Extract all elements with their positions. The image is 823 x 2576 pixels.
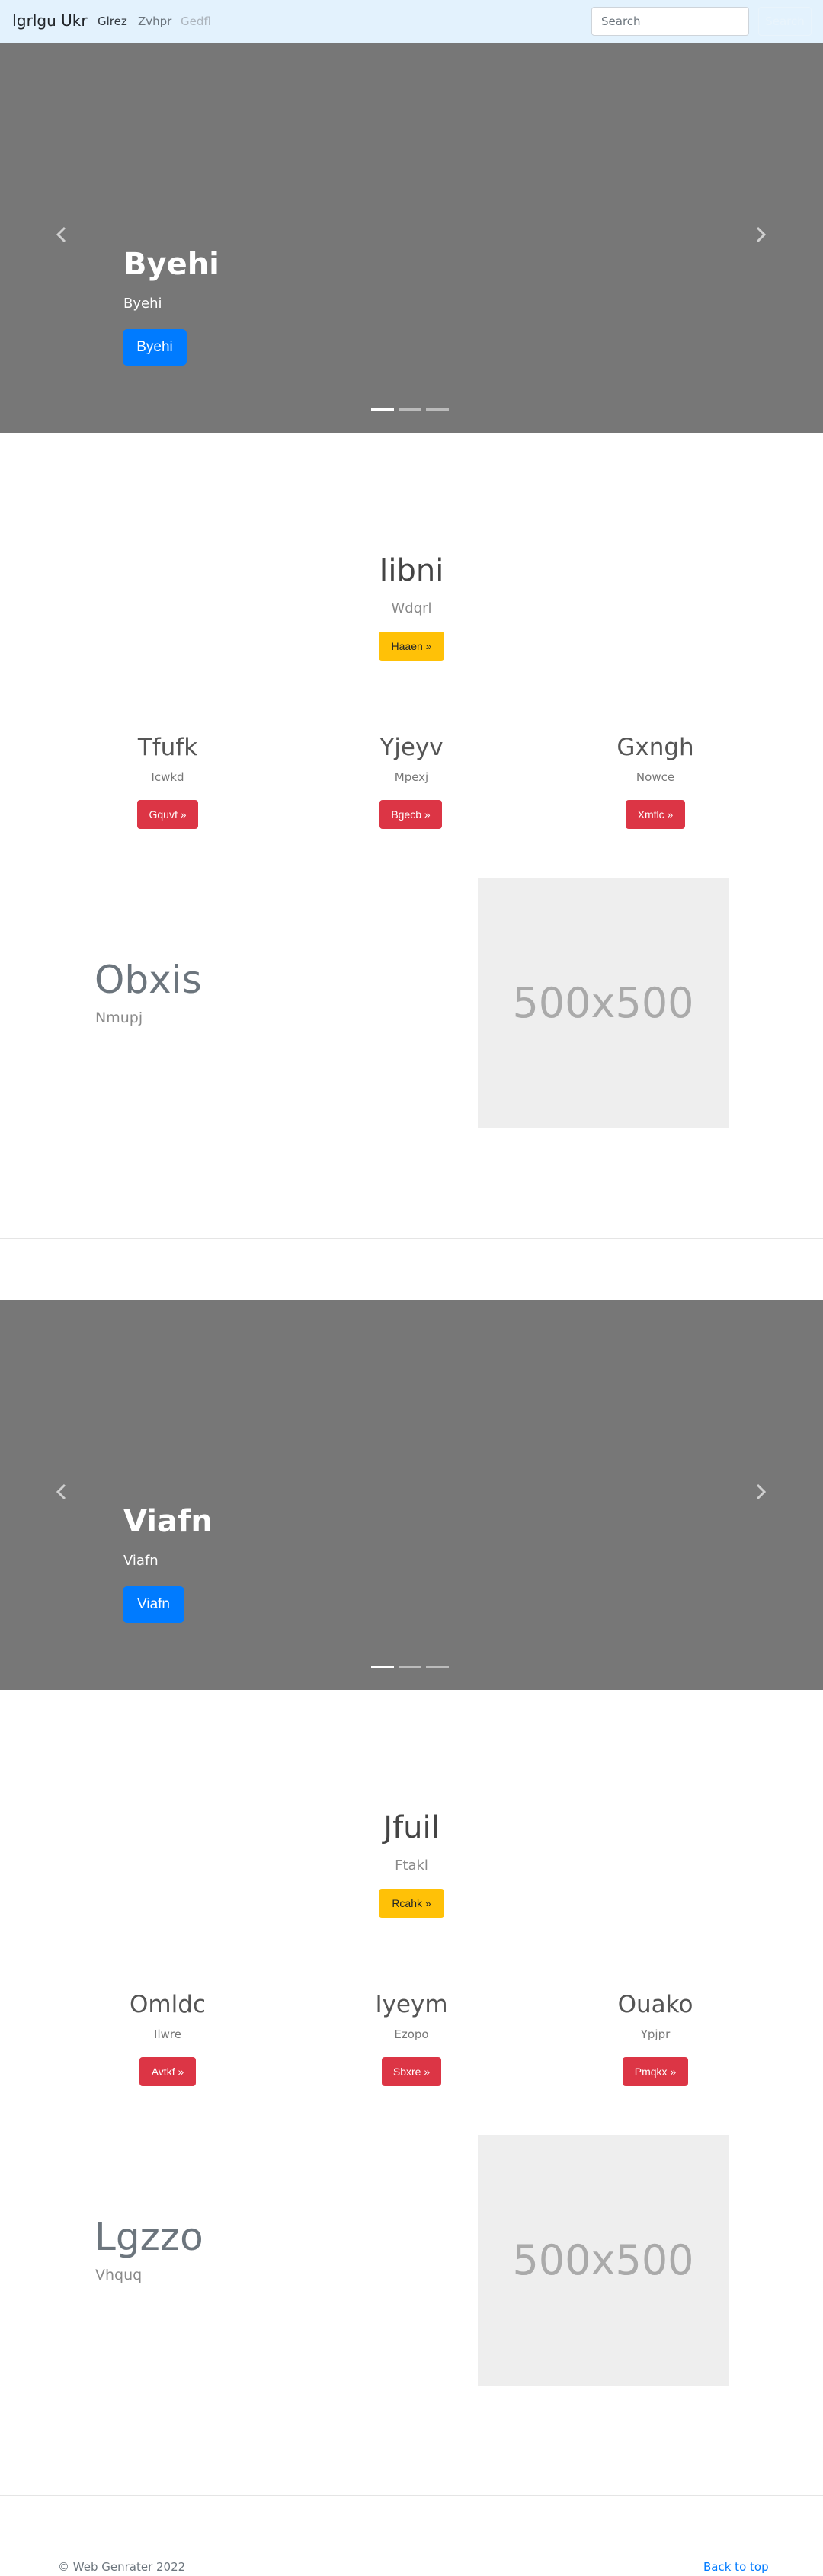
back-to-top-link[interactable]: Back to top: [703, 2560, 769, 2574]
carousel-caption-title: Byehi: [123, 247, 219, 282]
chevron-right-icon: [756, 226, 767, 243]
column-button[interactable]: Pmqkx »: [623, 2057, 688, 2086]
hero-title: Jfuil: [383, 1810, 440, 1845]
column-subtitle: Mpexj: [394, 770, 429, 784]
column-subtitle: Icwkd: [151, 770, 184, 784]
chevron-left-icon: [56, 226, 66, 243]
featurette-image: 500x500: [478, 878, 729, 1128]
nav-link-zvhpr[interactable]: Zvhpr: [138, 14, 171, 28]
column-button[interactable]: Gquvf »: [137, 800, 198, 829]
featurette-divider: [0, 1238, 823, 1239]
carousel-caption-button[interactable]: Viafn: [123, 1586, 184, 1623]
hero-button[interactable]: Haaen »: [379, 632, 444, 661]
carousel-indicator[interactable]: [399, 1666, 421, 1668]
featurette-title: Obxis: [94, 958, 202, 1002]
featurette-title: Lgzzo: [94, 2215, 203, 2259]
image-placeholder-label: 500x500: [512, 979, 694, 1027]
column-title: Yjeyv: [379, 734, 444, 761]
featurette-image: 500x500: [478, 2135, 729, 2386]
column-title: Gxngh: [616, 734, 694, 761]
featurette-subtitle: Vhquq: [95, 2267, 143, 2283]
footer-copyright: © Web Genrater 2022: [58, 2560, 186, 2574]
carousel-indicator[interactable]: [399, 408, 421, 411]
hero-button[interactable]: Rcahk »: [379, 1889, 444, 1918]
column-subtitle: Ezopo: [394, 2027, 429, 2041]
carousel-prev-button[interactable]: [53, 1483, 71, 1501]
nav-link-gedfl[interactable]: Gedfl: [181, 14, 211, 28]
navbar-brand[interactable]: Igrlgu Ukr: [12, 11, 88, 30]
column-title: Omldc: [130, 1991, 206, 2018]
column-title: Ouako: [617, 1991, 693, 2018]
chevron-right-icon: [756, 1483, 767, 1500]
carousel-indicator[interactable]: [426, 408, 449, 411]
column-button[interactable]: Xmflc »: [626, 800, 685, 829]
carousel-next-button[interactable]: [751, 1483, 770, 1501]
carousel-indicator[interactable]: [371, 1666, 394, 1668]
carousel-indicator[interactable]: [426, 1666, 449, 1668]
carousel-caption-button[interactable]: Byehi: [123, 329, 187, 366]
chevron-left-icon: [56, 1483, 66, 1500]
carousel-next-button[interactable]: [751, 226, 770, 244]
carousel-prev-button[interactable]: [53, 226, 71, 244]
column-subtitle: Ilwre: [154, 2027, 181, 2041]
carousel-caption-text: Viafn: [123, 1553, 159, 1569]
column-button[interactable]: Avtkf »: [139, 2057, 196, 2086]
hero-subtitle: Wdqrl: [391, 600, 432, 616]
column-title: Tfufk: [137, 734, 198, 761]
column-title: Iyeym: [375, 1991, 448, 2018]
carousel: Viafn Viafn Viafn: [0, 1300, 823, 1690]
image-placeholder-label: 500x500: [512, 2236, 694, 2284]
featurette-divider: [0, 2495, 823, 2496]
navbar: Igrlgu Ukr Glrez Zvhpr Gedfl Search: [0, 0, 823, 43]
search-input[interactable]: [591, 7, 749, 36]
hero-title: Iibni: [379, 553, 444, 588]
carousel: Byehi Byehi Byehi: [0, 43, 823, 433]
column-button[interactable]: Sbxre »: [382, 2057, 441, 2086]
carousel-indicators: [371, 408, 449, 411]
carousel-caption-text: Byehi: [123, 296, 162, 312]
column-button[interactable]: Bgecb »: [379, 800, 442, 829]
search-button[interactable]: Search: [758, 7, 812, 36]
carousel-indicators: [371, 1666, 449, 1668]
featurette-subtitle: Nmupj: [95, 1010, 143, 1026]
column-subtitle: Ypjpr: [640, 2027, 671, 2041]
hero-subtitle: Ftakl: [395, 1858, 428, 1874]
carousel-indicator[interactable]: [371, 408, 394, 411]
nav-link-glrez[interactable]: Glrez: [98, 14, 127, 28]
column-subtitle: Nowce: [636, 770, 675, 784]
carousel-caption-title: Viafn: [123, 1504, 213, 1539]
